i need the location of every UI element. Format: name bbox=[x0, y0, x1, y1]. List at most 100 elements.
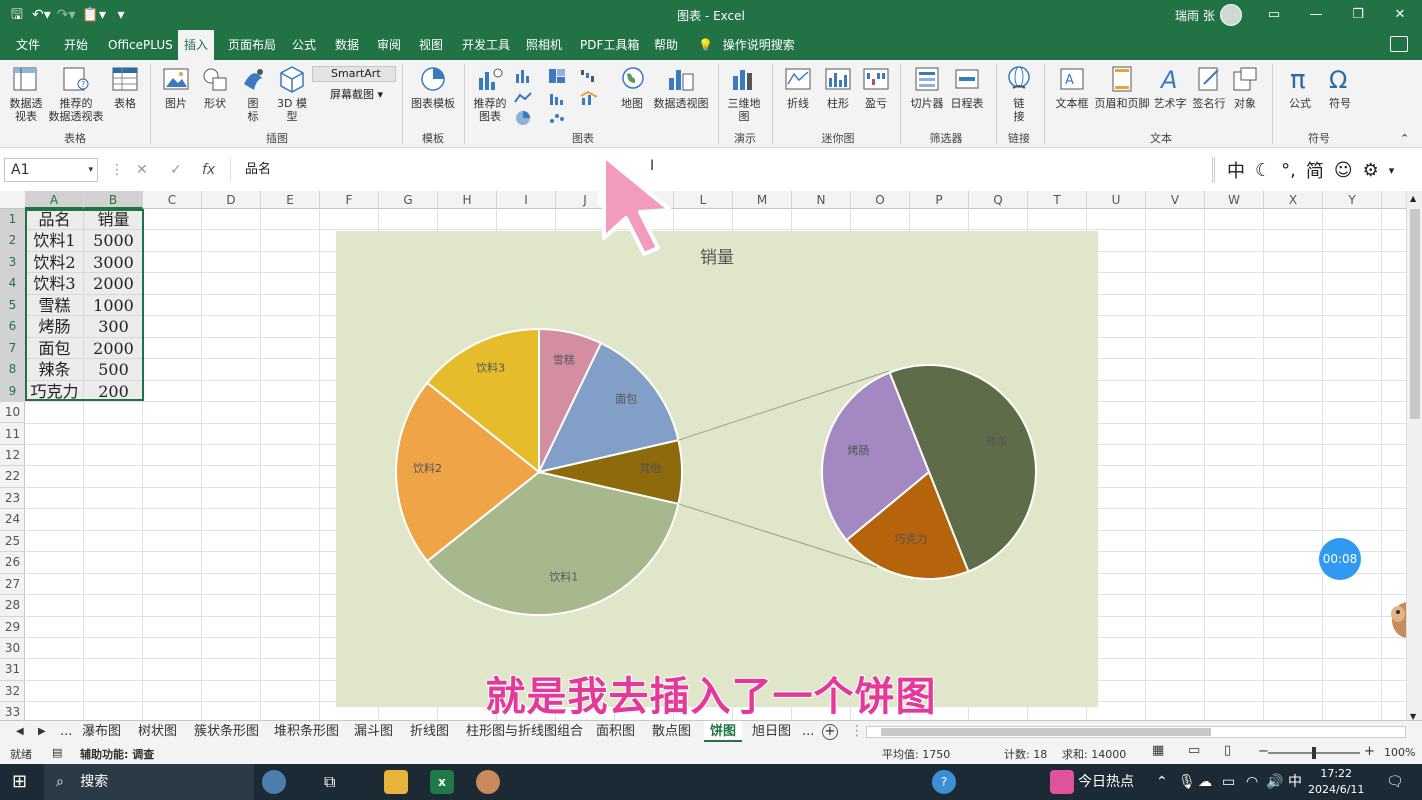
wifi-icon[interactable]: ◠ bbox=[1246, 764, 1258, 800]
news-icon[interactable] bbox=[1050, 770, 1074, 794]
cell-product-name[interactable]: 雪糕 bbox=[25, 295, 84, 316]
row-header[interactable]: 3 bbox=[0, 251, 25, 274]
pivot-table-button[interactable]: 数据透 视表 bbox=[4, 64, 48, 123]
cell-product-name[interactable]: 辣条 bbox=[25, 359, 84, 380]
row-header[interactable]: 23 bbox=[0, 488, 25, 510]
column-header[interactable]: M bbox=[733, 191, 792, 209]
simplified-icon[interactable]: 简 bbox=[1306, 157, 1324, 183]
tab-page-layout[interactable]: 页面布局 bbox=[222, 30, 282, 60]
zoom-slider[interactable] bbox=[1268, 747, 1360, 759]
sheet-tab[interactable]: 漏斗图 bbox=[354, 721, 393, 742]
tab-officeplus[interactable]: OfficePLUS bbox=[102, 30, 179, 60]
cell-product-name[interactable]: 面包 bbox=[25, 338, 84, 359]
data-label[interactable]: 饮料1 bbox=[549, 570, 578, 584]
tab-data[interactable]: 数据 bbox=[329, 30, 365, 60]
maximize-icon[interactable]: ❐ bbox=[1338, 4, 1378, 26]
cell-sales[interactable]: 2000 bbox=[84, 338, 143, 359]
scroll-thumb[interactable] bbox=[881, 728, 1211, 736]
row-header[interactable]: 28 bbox=[0, 595, 25, 617]
column-header[interactable]: H bbox=[438, 191, 497, 209]
settings-gear-icon[interactable]: ⚙ bbox=[1363, 160, 1379, 181]
shapes-button[interactable]: 形状 bbox=[198, 64, 232, 110]
more-sheets-left[interactable]: ... bbox=[60, 721, 72, 742]
punctuation-icon[interactable]: °, bbox=[1281, 160, 1296, 181]
column-header[interactable]: N bbox=[792, 191, 851, 209]
column-header[interactable]: Q bbox=[969, 191, 1028, 209]
sheet-tab[interactable]: 散点图 bbox=[652, 721, 691, 742]
line-chart-icon[interactable] bbox=[514, 90, 532, 106]
icons-button[interactable]: 图 标 bbox=[238, 64, 268, 123]
cell-product-name[interactable]: 饮料3 bbox=[25, 273, 84, 294]
clock-app-icon[interactable] bbox=[262, 770, 286, 794]
minimize-icon[interactable]: — bbox=[1296, 4, 1336, 26]
column-header[interactable]: C bbox=[143, 191, 202, 209]
textbox-button[interactable]: A 文本框 bbox=[1052, 64, 1092, 110]
paste-icon[interactable]: 📋▾ bbox=[82, 4, 106, 26]
cell-product-name[interactable]: 品名 bbox=[25, 209, 84, 230]
cell-product-name[interactable]: 烤肠 bbox=[25, 316, 84, 337]
normal-view-icon[interactable]: ▦ bbox=[1152, 743, 1164, 758]
header-footer-button[interactable]: 页眉和页脚 bbox=[1092, 64, 1152, 110]
macro-record-icon[interactable]: ▤ bbox=[52, 746, 62, 759]
sheet-tab[interactable]: 折线图 bbox=[410, 721, 449, 742]
3d-models-button[interactable]: 3D 模 型 bbox=[274, 64, 310, 123]
waterfall-chart-icon[interactable] bbox=[580, 68, 598, 84]
tab-camera[interactable]: 照相机 bbox=[520, 30, 568, 60]
scatter-chart-icon[interactable] bbox=[548, 110, 566, 126]
row-header[interactable]: 22 bbox=[0, 466, 25, 488]
3d-map-button[interactable]: 三维地 图 bbox=[724, 64, 764, 123]
cell-product-name[interactable]: 饮料2 bbox=[25, 252, 84, 273]
column-header[interactable]: Y bbox=[1323, 191, 1382, 209]
map-chart-button[interactable]: 地图 bbox=[618, 64, 646, 110]
prev-sheet-icon[interactable]: ◀ bbox=[16, 721, 24, 742]
row-header[interactable]: 30 bbox=[0, 638, 25, 660]
pivot-chart-button[interactable]: 数据透视图 bbox=[652, 64, 710, 110]
sheet-tab[interactable]: 簇状条形图 bbox=[194, 721, 259, 742]
accessibility-status[interactable]: 辅助功能: 调查 bbox=[80, 746, 154, 762]
mascot-app-icon[interactable] bbox=[476, 770, 500, 794]
combo-chart-icon[interactable] bbox=[580, 90, 598, 106]
row-header[interactable]: 1 bbox=[0, 209, 25, 231]
data-label[interactable]: 辣条 bbox=[986, 434, 1008, 448]
user-name[interactable]: 瑞雨 张 bbox=[1175, 7, 1215, 24]
data-label[interactable]: 饮料2 bbox=[413, 461, 442, 475]
name-box[interactable]: A1 ▾ bbox=[4, 158, 98, 182]
column-header[interactable]: Z bbox=[1382, 191, 1406, 209]
tab-file[interactable]: 文件 bbox=[10, 30, 46, 60]
sheet-tab[interactable]: 树状图 bbox=[138, 721, 177, 742]
row-header[interactable]: 29 bbox=[0, 617, 25, 638]
zoom-slider-knob[interactable] bbox=[1312, 747, 1316, 759]
column-header[interactable]: I bbox=[497, 191, 556, 209]
column-header[interactable]: G bbox=[379, 191, 438, 209]
undo-icon[interactable]: ↶▾ bbox=[32, 4, 51, 26]
column-header[interactable]: T bbox=[1028, 191, 1087, 209]
enter-icon[interactable]: ✓ bbox=[170, 162, 182, 178]
worksheet-grid[interactable]: ABCDEFGHIJKLMNOPQTUVWXYZ 123456789101112… bbox=[0, 191, 1406, 724]
tell-me-search[interactable]: 💡 操作说明搜索 bbox=[698, 30, 795, 60]
cell-product-name[interactable]: 巧克力 bbox=[25, 381, 84, 402]
timeline-button[interactable]: 日程表 bbox=[948, 64, 986, 110]
microphone-icon[interactable]: 🎙 bbox=[1178, 764, 1196, 800]
cell-sales[interactable]: 销量 bbox=[84, 209, 143, 230]
sheet-tab[interactable]: 堆积条形图 bbox=[274, 721, 339, 742]
cancel-icon[interactable]: ✕ bbox=[136, 162, 148, 178]
windows-start-icon[interactable]: ⊞ bbox=[12, 764, 27, 800]
more-sheets-right[interactable]: ... bbox=[802, 721, 814, 742]
scroll-up-icon[interactable]: ▲ bbox=[1410, 194, 1416, 203]
statistic-chart-icon[interactable] bbox=[548, 90, 566, 106]
close-icon[interactable]: ✕ bbox=[1380, 4, 1420, 26]
sheet-tab[interactable]: 饼图 bbox=[704, 721, 743, 742]
tab-pdf-tools[interactable]: PDF工具箱 bbox=[574, 30, 645, 60]
sheet-tab[interactable]: 柱形图与折线图组合 bbox=[466, 721, 583, 742]
row-header[interactable]: 25 bbox=[0, 531, 25, 553]
screenshot-button[interactable]: 屏幕截图 ▾ bbox=[316, 88, 400, 104]
tab-developer[interactable]: 开发工具 bbox=[456, 30, 516, 60]
comments-icon[interactable] bbox=[1390, 36, 1408, 52]
column-chart-icon[interactable] bbox=[514, 68, 532, 84]
taskbar-news[interactable]: 今日热点 bbox=[1078, 764, 1134, 800]
collapse-ribbon-icon[interactable]: ⌃ bbox=[1400, 132, 1409, 145]
save-icon[interactable]: 🖫 bbox=[8, 4, 26, 26]
pictures-button[interactable]: 图片 bbox=[158, 64, 194, 110]
column-header[interactable]: B bbox=[84, 191, 143, 209]
sheet-tab[interactable]: 旭日图 bbox=[752, 721, 791, 742]
